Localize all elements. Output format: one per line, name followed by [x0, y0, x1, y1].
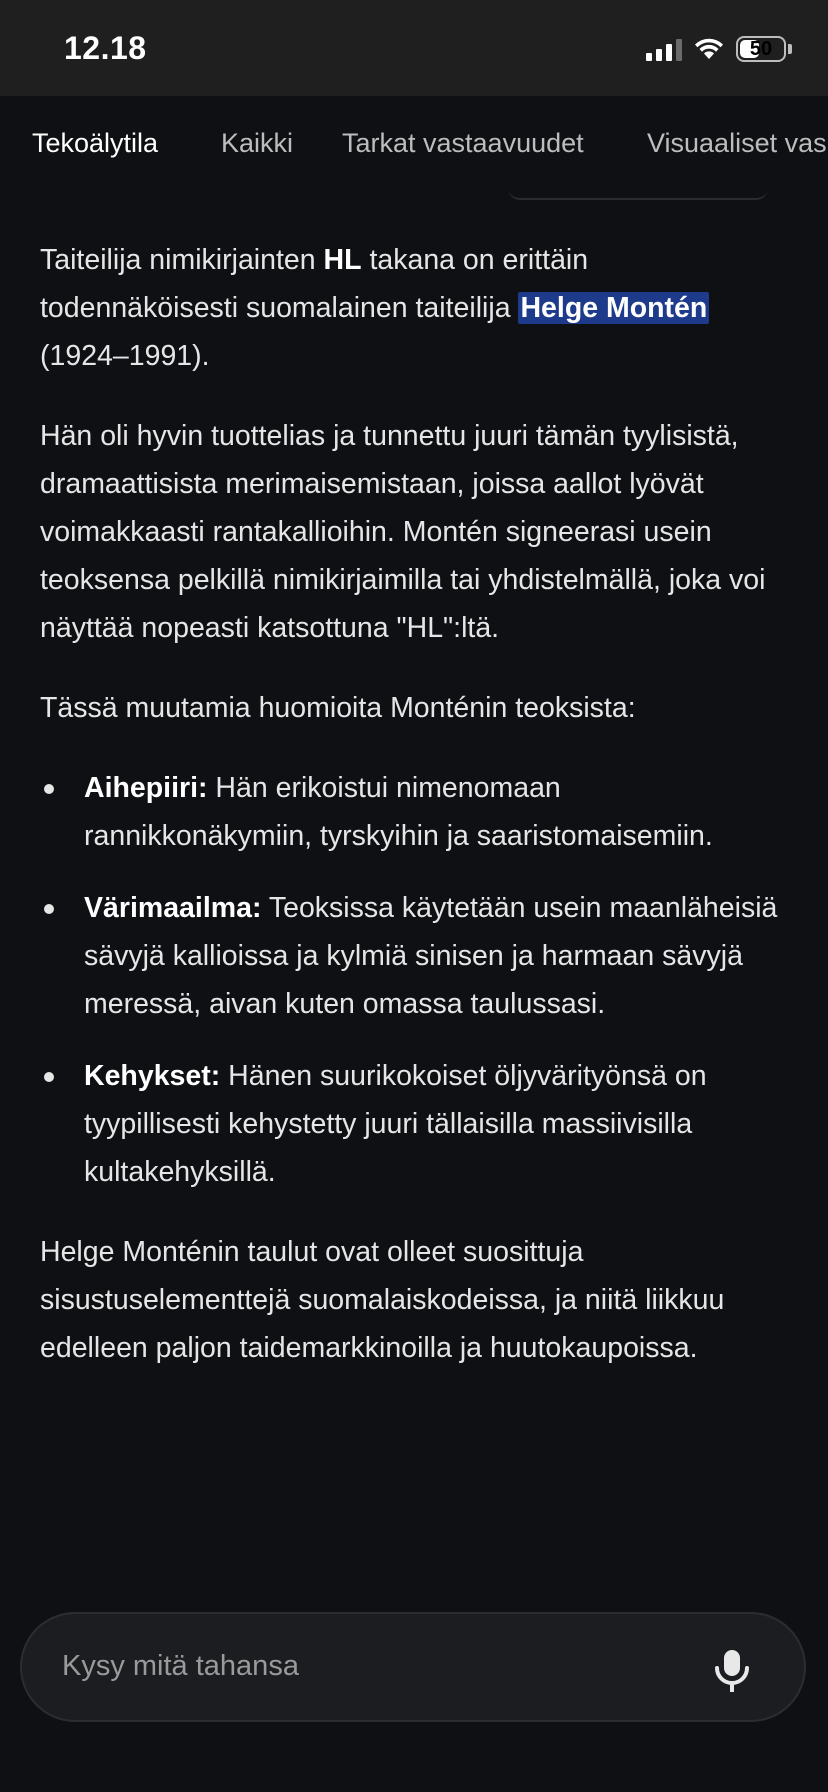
search-tabs: Tekoälytila Kaikki Tarkat vastaavuudet V… [0, 96, 828, 188]
list-item-title: Aihepiiri: [84, 772, 208, 804]
status-bar: 12.18 50 [0, 0, 828, 96]
cellular-signal-icon [646, 37, 682, 61]
list-item: Värimaailma: Teoksissa käytetään usein m… [40, 884, 790, 1028]
ask-input-placeholder[interactable]: Kysy mitä tahansa [62, 1650, 299, 1683]
list-item: Aihepiiri: Hän erikoistui nimenomaan ran… [40, 764, 790, 860]
bold-initials: HL [323, 244, 362, 276]
list-item-title: Värimaailma: [84, 892, 262, 924]
ask-input-bar[interactable]: Kysy mitä tahansa [20, 1612, 806, 1722]
microphone-icon[interactable] [712, 1648, 752, 1694]
battery-tip [788, 44, 792, 54]
answer-paragraph-2: Hän oli hyvin tuottelias ja tunnettu juu… [40, 420, 766, 644]
highlighted-artist-name[interactable]: Helge Montén [518, 292, 710, 324]
text-segment: Taiteilija nimikirjainten [40, 244, 324, 276]
ai-answer: Taiteilija nimikirjainten HL takana on e… [40, 236, 790, 1404]
tab-tekoalytila[interactable]: Tekoälytila [32, 128, 158, 159]
wifi-icon [695, 38, 723, 59]
battery-percentage: 50 [749, 38, 773, 60]
tab-visuaaliset[interactable]: Visuaaliset vas [647, 128, 827, 159]
collapsed-card-edge [508, 188, 768, 200]
answer-paragraph-1: Taiteilija nimikirjainten HL takana on e… [40, 236, 790, 380]
text-segment: (1924–1991). [40, 340, 210, 372]
answer-paragraph-4: Helge Monténin taulut ovat olleet suosit… [40, 1236, 725, 1364]
notes-list: Aihepiiri: Hän erikoistui nimenomaan ran… [40, 764, 790, 1196]
tab-kaikki[interactable]: Kaikki [221, 128, 293, 159]
answer-paragraph-3: Tässä muutamia huomioita Monténin teoksi… [40, 692, 636, 724]
tab-tarkat-vastaavuudet[interactable]: Tarkat vastaavuudet [342, 128, 584, 159]
status-icons: 50 [646, 34, 792, 64]
status-time: 12.18 [64, 30, 147, 66]
list-item-title: Kehykset: [84, 1060, 221, 1092]
list-item: Kehykset: Hänen suurikokoiset öljyvärity… [40, 1052, 790, 1196]
battery-icon: 50 [736, 36, 786, 62]
